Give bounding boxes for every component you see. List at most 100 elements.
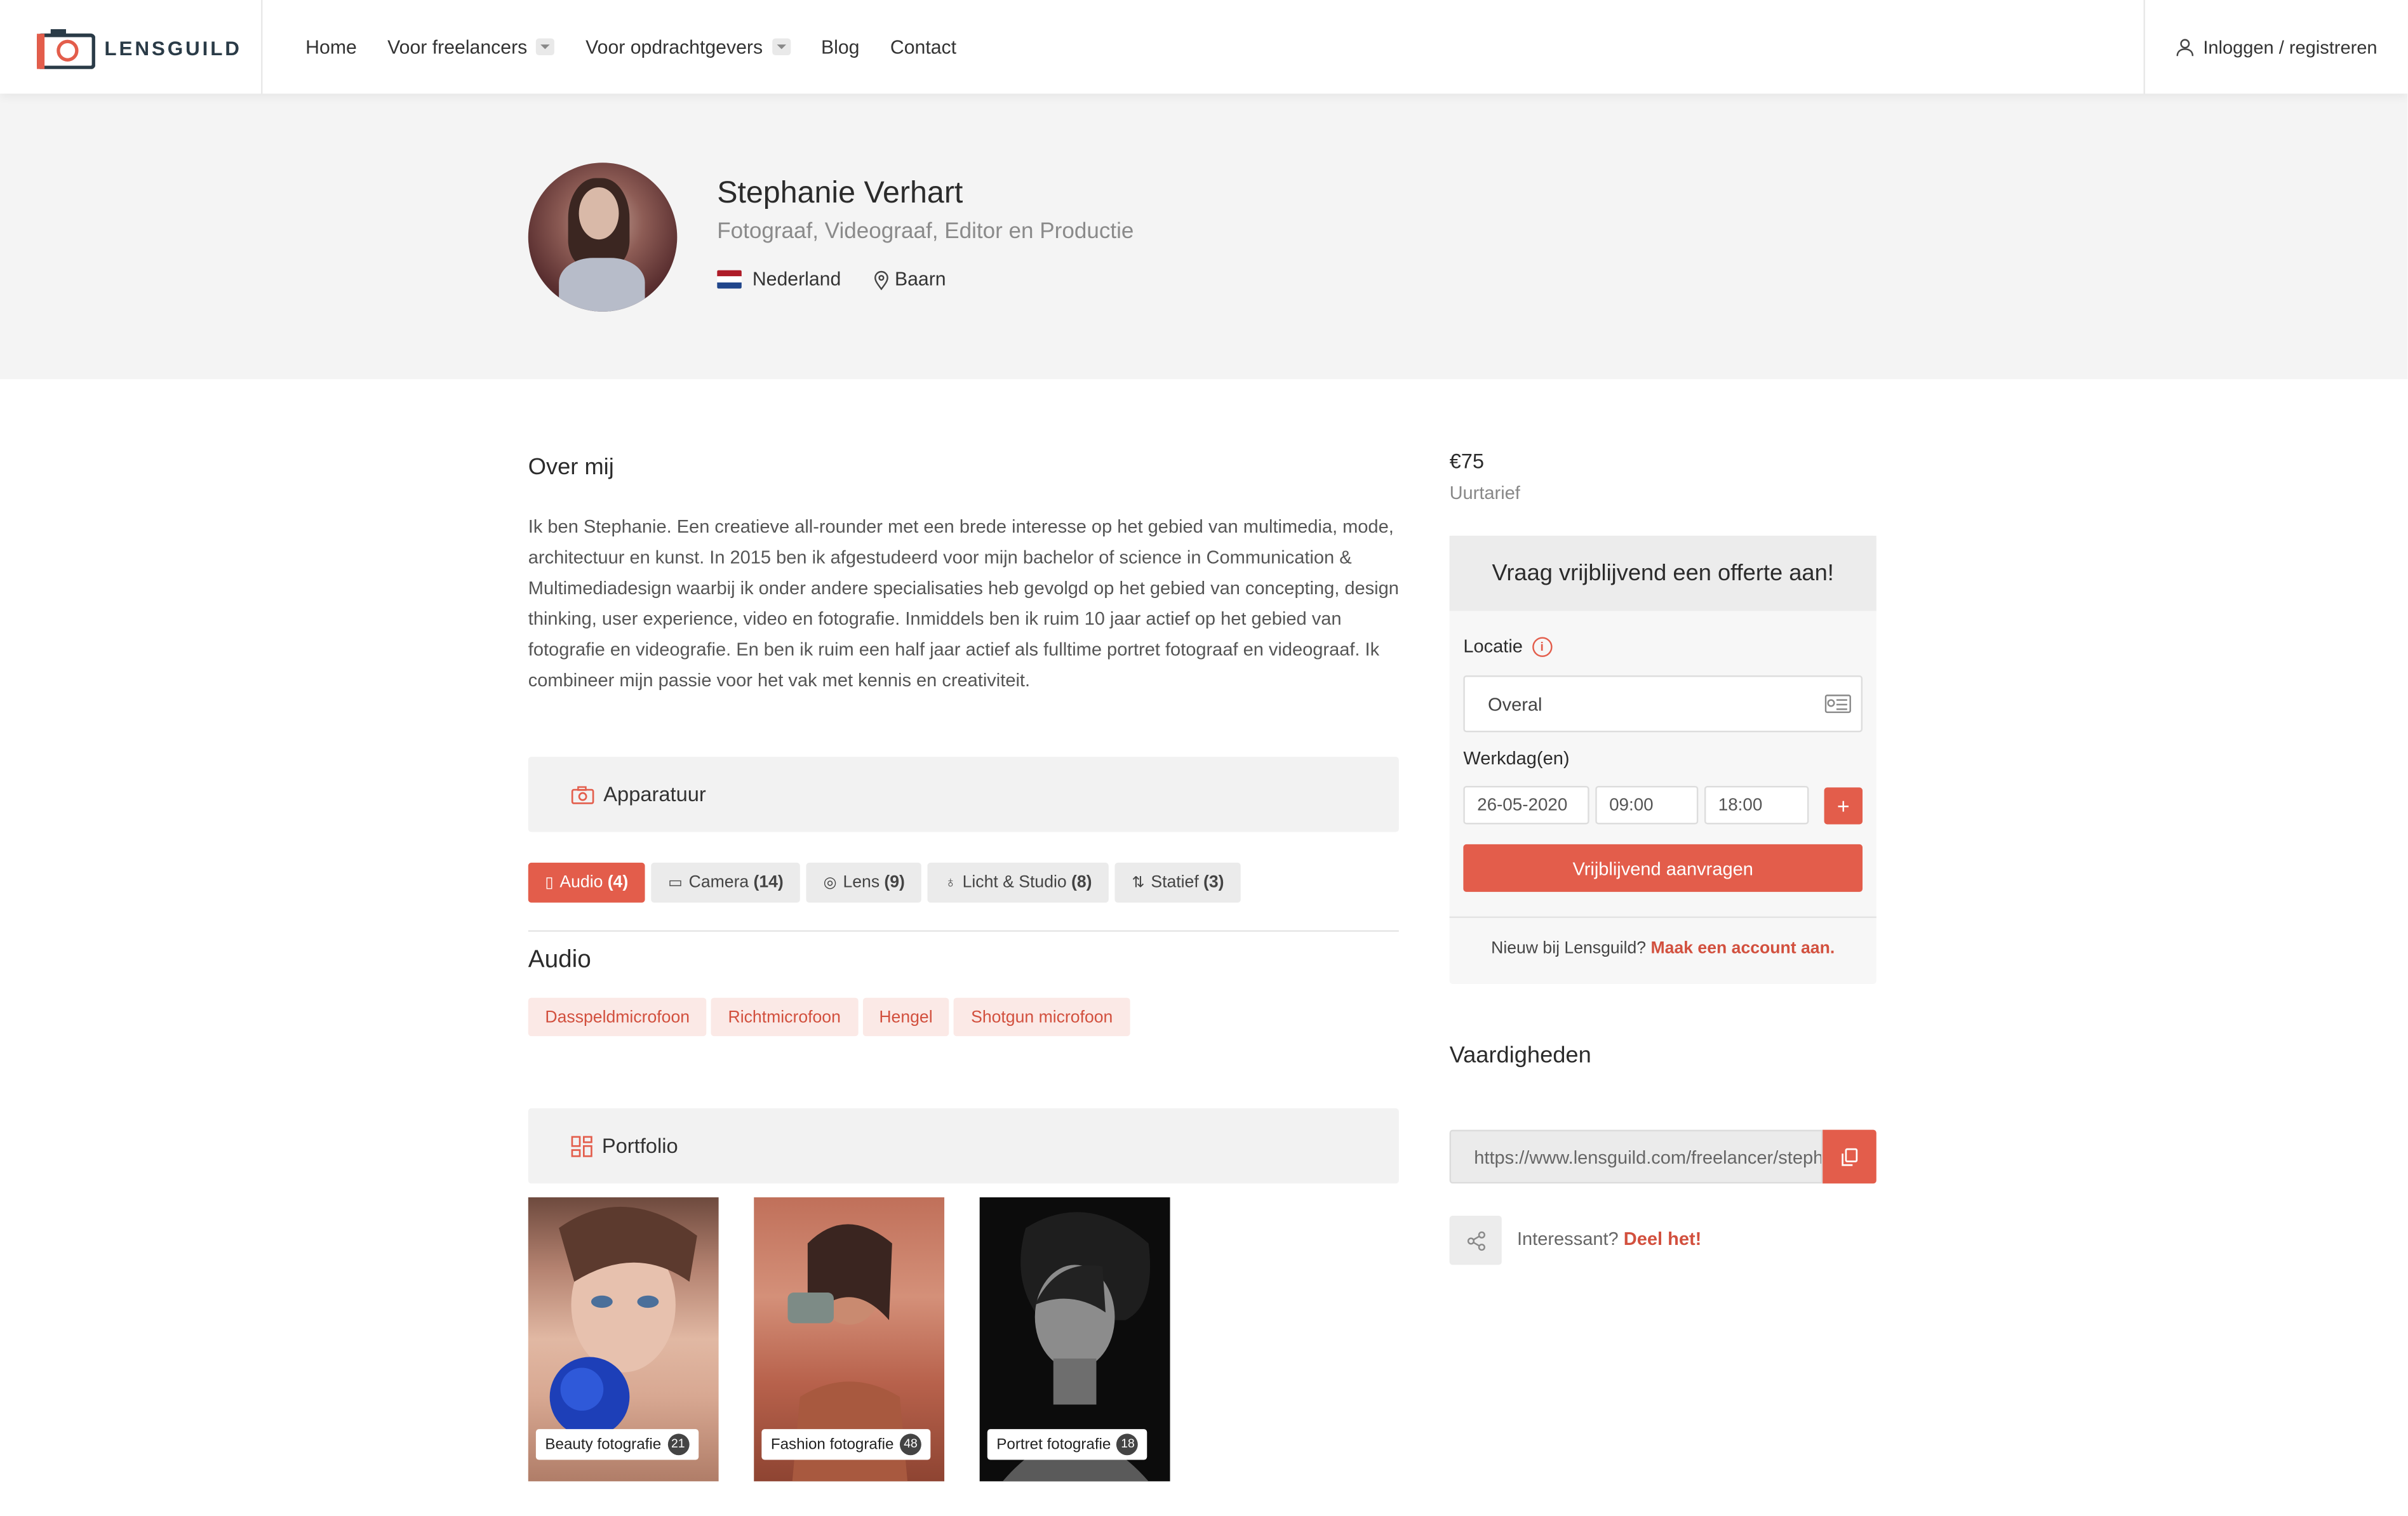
camera-icon — [571, 785, 594, 804]
logo-camera-icon — [37, 29, 95, 69]
tab-label: Audio — [559, 873, 603, 892]
workdays-label: Werkdag(en) — [1463, 747, 1570, 769]
top-header: LENSGUILD Home Voor freelancers Voor opd… — [0, 0, 2408, 94]
add-workday-button[interactable]: + — [1824, 787, 1863, 825]
equipment-category-heading: Audio — [528, 947, 591, 974]
profile-url: https://www.lensguild.com/freelancer/ste… — [1474, 1146, 1823, 1167]
skills-title: Vaardigheden — [1449, 1042, 1591, 1068]
logo-text: LENSGUILD — [104, 37, 242, 60]
signup-prompt: Nieuw bij Lensguild? Maak een account aa… — [1450, 940, 1876, 958]
album-fashion[interactable]: Fashion fotografie 48 — [754, 1197, 945, 1482]
tab-label: Statief — [1151, 873, 1199, 892]
hourly-rate-label: Uurtarief — [1449, 482, 1520, 504]
bulb-icon: ♁ — [944, 874, 956, 891]
equipment-chip[interactable]: Dasspeldmicrofoon — [528, 997, 707, 1037]
location-input[interactable]: Overal — [1463, 675, 1863, 733]
info-icon[interactable]: i — [1532, 636, 1552, 656]
tab-audio[interactable]: ▯ Audio (4) — [528, 862, 645, 903]
tab-label: Lens — [843, 873, 880, 892]
location-label: Locatie — [1463, 635, 1523, 657]
nav-home[interactable]: Home — [305, 36, 357, 58]
profile-hero: Stephanie Verhart Fotograaf, Videograaf,… — [0, 93, 2408, 380]
netherlands-flag-icon — [717, 270, 742, 289]
chevron-down-icon — [536, 38, 555, 56]
avatar-body — [559, 258, 645, 312]
album-count-badge: 48 — [900, 1433, 921, 1456]
nav-voor-opdrachtgevers[interactable]: Voor opdrachtgevers — [585, 36, 791, 58]
main-nav: Home Voor freelancers Voor opdrachtgever… — [305, 0, 987, 93]
lens-icon: ◎ — [823, 874, 837, 891]
map-pin-icon — [874, 270, 888, 289]
page: LENSGUILD Home Voor freelancers Voor opd… — [0, 0, 2408, 1515]
share-prompt-text: Interessant? — [1516, 1228, 1619, 1250]
profile-city: Baarn — [894, 269, 946, 291]
signup-link[interactable]: Maak een account aan. — [1651, 940, 1835, 958]
copy-url-button[interactable] — [1823, 1129, 1876, 1184]
hourly-rate: €75 — [1449, 449, 1485, 473]
share-icon — [1466, 1230, 1485, 1250]
tripod-icon: ⇅ — [1132, 874, 1145, 891]
divider — [1449, 916, 1876, 918]
tab-label: Licht & Studio — [962, 873, 1067, 892]
signup-text: Nieuw bij Lensguild? — [1491, 939, 1647, 958]
tab-lens[interactable]: ◎ Lens (9) — [806, 862, 922, 903]
profile-url-field[interactable]: https://www.lensguild.com/freelancer/ste… — [1449, 1129, 1823, 1184]
equipment-chip[interactable]: Shotgun microfoon — [954, 997, 1130, 1037]
tab-label: Camera — [688, 873, 749, 892]
start-time-input[interactable]: 09:00 — [1595, 786, 1699, 825]
nav-contact[interactable]: Contact — [890, 36, 956, 58]
portfolio-albums: Beauty fotografie 21 Fashion fotografie 48… — [528, 1197, 1170, 1482]
share-button[interactable] — [1449, 1216, 1502, 1265]
profile-roles: Fotograaf, Videograaf, Editor en Product… — [717, 219, 1134, 244]
nav-voor-freelancers[interactable]: Voor freelancers — [387, 36, 555, 58]
avatar-face — [579, 187, 619, 240]
logo[interactable]: LENSGUILD — [0, 0, 263, 94]
end-time-input[interactable]: 18:00 — [1704, 786, 1809, 825]
tab-camera[interactable]: ▭ Camera (14) — [651, 862, 801, 903]
album-portret[interactable]: Portret fotografie 18 — [979, 1197, 1170, 1482]
tab-count: (8) — [1071, 873, 1092, 892]
album-title: Fashion fotografie — [770, 1436, 894, 1453]
album-label: Portret fotografie 18 — [987, 1429, 1148, 1460]
user-icon — [2176, 38, 2193, 56]
date-input[interactable]: 26-05-2020 — [1463, 786, 1589, 825]
grid-icon — [571, 1135, 592, 1157]
location-label-row: Locatie i — [1463, 635, 1552, 657]
album-title: Beauty fotografie — [545, 1436, 662, 1453]
tab-count: (4) — [607, 873, 629, 892]
album-title: Portret fotografie — [996, 1436, 1111, 1453]
album-label: Fashion fotografie 48 — [761, 1429, 931, 1460]
tab-count: (14) — [753, 873, 784, 892]
map-icon — [1824, 695, 1851, 714]
album-beauty[interactable]: Beauty fotografie 21 — [528, 1197, 719, 1482]
about-title: Over mij — [528, 454, 614, 481]
tab-licht-studio[interactable]: ♁ Licht & Studio (8) — [928, 862, 1109, 903]
nav-blog[interactable]: Blog — [821, 36, 860, 58]
portfolio-title: Portfolio — [601, 1134, 678, 1158]
equipment-header: Apparatuur — [528, 757, 1399, 832]
nav-blog-label: Blog — [820, 36, 860, 58]
share-prompt: Interessant? Deel het! — [1517, 1228, 1701, 1249]
equipment-tabs: ▯ Audio (4) ▭ Camera (14) ◎ Lens (9) ♁ Licht & … — [528, 862, 1241, 903]
tab-count: (9) — [884, 873, 905, 892]
nav-home-label: Home — [305, 36, 357, 58]
profile-country: Nederland — [752, 269, 841, 291]
tab-statief[interactable]: ⇅ Statief (3) — [1114, 862, 1241, 903]
nav-contact-label: Contact — [890, 36, 957, 58]
nav-opdrachtgevers-label: Voor opdrachtgevers — [585, 36, 763, 58]
login-button[interactable]: Inloggen / registreren — [2143, 0, 2408, 94]
nav-freelancers-label: Voor freelancers — [387, 36, 528, 58]
divider — [528, 930, 1399, 932]
chevron-down-icon — [772, 38, 791, 56]
equipment-chip[interactable]: Hengel — [862, 997, 950, 1037]
quote-title: Vraag vrijblijvend een offerte aan! — [1449, 535, 1876, 611]
copy-icon — [1842, 1147, 1858, 1166]
tab-count: (3) — [1203, 873, 1224, 892]
about-text: Ik ben Stephanie. Een creatieve all-roun… — [528, 515, 1399, 691]
login-label: Inloggen / registreren — [2203, 36, 2378, 58]
equipment-chip[interactable]: Richtmicrofoon — [711, 997, 858, 1037]
location-value: Overal — [1488, 693, 1542, 715]
share-link[interactable]: Deel het! — [1624, 1228, 1702, 1249]
profile-name: Stephanie Verhart — [717, 176, 963, 211]
submit-request-button[interactable]: Vrijblijvend aanvragen — [1463, 844, 1863, 892]
